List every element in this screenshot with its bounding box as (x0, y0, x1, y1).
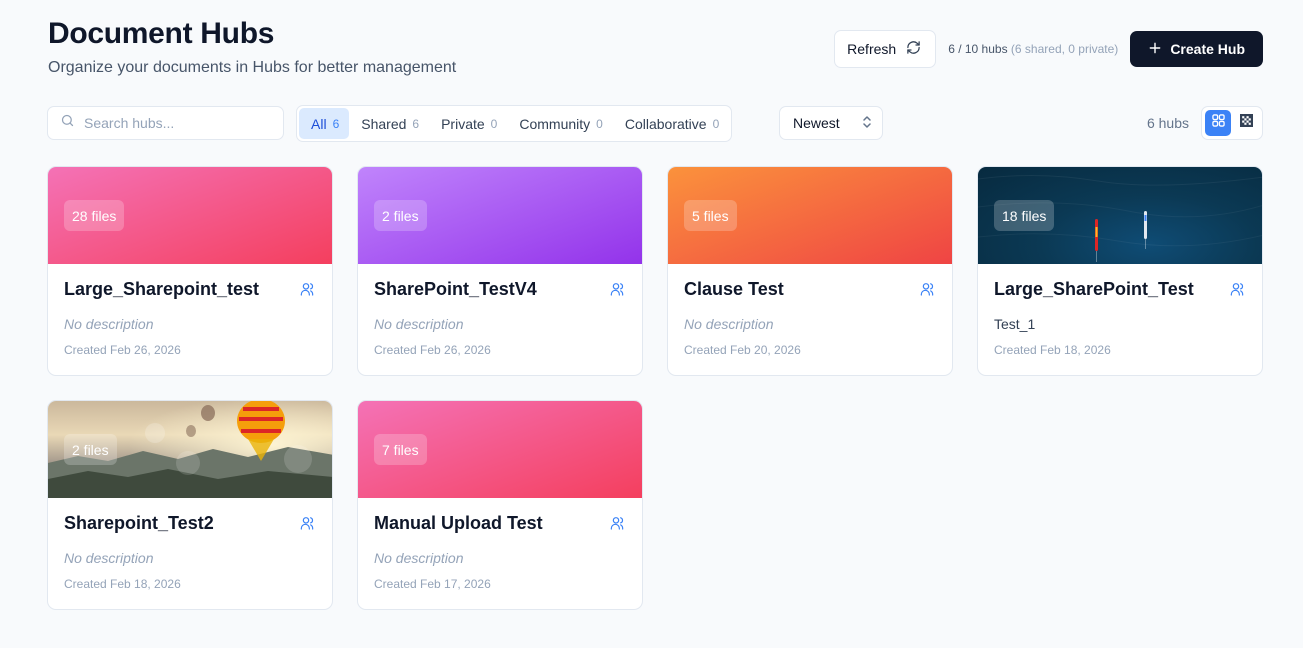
file-count-badge: 7 files (374, 434, 427, 465)
hub-created-date: Created Feb 18, 2026 (64, 577, 181, 591)
hub-created-date: Created Feb 26, 2026 (64, 343, 181, 357)
hub-usage-count: 6 / 10 hubs (948, 42, 1008, 56)
file-count-badge: 18 files (994, 200, 1055, 231)
refresh-icon (906, 40, 921, 58)
hub-description: No description (684, 316, 774, 332)
users-icon (300, 515, 316, 536)
refresh-button[interactable]: Refresh (834, 30, 937, 68)
grid-view-icon (1211, 114, 1225, 132)
tab-label: Private (441, 115, 485, 132)
tab-community[interactable]: Community 0 (507, 108, 612, 139)
tab-count: 6 (332, 116, 340, 131)
users-icon (1230, 281, 1246, 302)
file-count-badge: 5 files (684, 200, 737, 231)
hub-name: Manual Upload Test (374, 513, 543, 533)
view-toggle (1201, 106, 1263, 140)
users-icon (610, 281, 626, 302)
search-input[interactable] (84, 115, 264, 131)
refresh-label: Refresh (847, 41, 897, 57)
tab-count: 0 (596, 116, 603, 131)
plus-icon (1148, 41, 1162, 58)
hub-banner: 7 files (358, 401, 642, 498)
tab-shared[interactable]: Shared 6 (349, 108, 429, 139)
hub-created-date: Created Feb 18, 2026 (994, 343, 1111, 357)
file-count-badge: 2 files (374, 200, 427, 231)
tab-label: Community (519, 115, 591, 132)
create-hub-button[interactable]: Create Hub (1130, 31, 1263, 67)
file-count-badge: 28 files (64, 200, 125, 231)
hub-usage: 6 / 10 hubs (6 shared, 0 private) (948, 42, 1118, 56)
hub-card[interactable]: 5 files Clause Test No description Creat… (667, 166, 953, 376)
search-icon (60, 113, 75, 133)
hub-name: Sharepoint_Test2 (64, 513, 214, 533)
tab-collaborative[interactable]: Collaborative 0 (613, 108, 729, 139)
header-actions: Refresh 6 / 10 hubs (6 shared, 0 private… (834, 30, 1263, 68)
page-title: Document Hubs (48, 17, 275, 50)
hub-description: No description (64, 316, 154, 332)
tab-label: All (311, 115, 327, 132)
hub-card[interactable]: 28 files Large_Sharepoint_test No descri… (47, 166, 333, 376)
hub-created-date: Created Feb 20, 2026 (684, 343, 801, 357)
search-box[interactable] (47, 106, 284, 140)
hub-banner: 18 files (978, 167, 1262, 264)
tab-private[interactable]: Private 0 (429, 108, 507, 139)
hub-created-date: Created Feb 26, 2026 (374, 343, 491, 357)
hub-name: Clause Test (684, 279, 784, 299)
hub-card[interactable]: 7 files Manual Upload Test No descriptio… (357, 400, 643, 610)
hub-card[interactable]: 2 files SharePoint_TestV4 No description… (357, 166, 643, 376)
hub-name: Large_SharePoint_Test (994, 279, 1194, 299)
toolbar: All 6 Shared 6 Private 0 Community 0 Col… (47, 105, 1263, 142)
hub-created-date: Created Feb 17, 2026 (374, 577, 491, 591)
hub-description: No description (374, 550, 464, 566)
file-count-badge: 2 files (64, 434, 117, 465)
hub-card[interactable]: 2 files Sharepoint_Test2 No description … (47, 400, 333, 610)
hub-grid: 28 files Large_Sharepoint_test No descri… (47, 166, 1263, 610)
tab-count: 0 (490, 116, 498, 131)
grid-view-button[interactable] (1205, 110, 1231, 136)
hub-description: No description (64, 550, 154, 566)
hub-banner: 5 files (668, 167, 952, 264)
users-icon (610, 515, 626, 536)
tab-all[interactable]: All 6 (299, 108, 350, 139)
users-icon (300, 281, 316, 302)
mosaic-view-button[interactable] (1233, 110, 1259, 136)
page-subtitle: Organize your documents in Hubs for bett… (48, 59, 457, 76)
tab-count: 6 (412, 116, 420, 131)
create-hub-label: Create Hub (1170, 41, 1245, 57)
hub-name: Large_Sharepoint_test (64, 279, 260, 299)
result-count: 6 hubs (1146, 115, 1189, 131)
sort-value: Newest (793, 115, 840, 131)
hub-description: Test_1 (994, 316, 1036, 332)
page-header: Document Hubs Organize your documents in… (48, 16, 456, 77)
hub-banner: 28 files (48, 167, 332, 264)
hub-card[interactable]: 18 files Large_SharePoint_Test Test_1 Cr… (977, 166, 1263, 376)
hub-banner: 2 files (48, 401, 332, 498)
tab-label: Shared (361, 115, 407, 132)
filter-tabs: All 6 Shared 6 Private 0 Community 0 Col… (296, 105, 733, 142)
hub-banner: 2 files (358, 167, 642, 264)
hub-description: No description (374, 316, 464, 332)
mosaic-view-icon (1239, 114, 1253, 132)
sort-select[interactable]: Newest (779, 106, 883, 140)
chevron-up-down-icon (862, 115, 872, 132)
tab-count: 0 (712, 116, 720, 131)
users-icon (920, 281, 936, 302)
tab-label: Collaborative (624, 115, 707, 132)
hub-usage-detail: (6 shared, 0 private) (1010, 42, 1119, 56)
hub-name: SharePoint_TestV4 (374, 279, 537, 299)
view-tools: 6 hubs (1147, 106, 1263, 140)
